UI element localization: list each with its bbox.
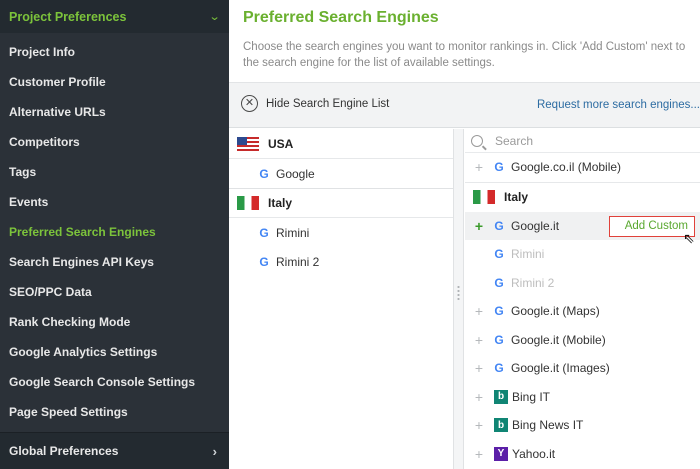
sidebar-item-page-speed-settings[interactable]: Page Speed Settings — [0, 397, 229, 427]
google-icon: G — [494, 218, 504, 233]
engine-label: Bing News IT — [512, 418, 584, 433]
italy-flag-icon — [473, 190, 495, 204]
engine-label: Yahoo.it — [512, 446, 556, 461]
plus-icon[interactable]: + — [473, 360, 485, 376]
google-icon: G — [494, 247, 504, 262]
available-engine-bing-it[interactable]: + b Bing IT — [465, 383, 700, 412]
available-engine-yahoo-it[interactable]: + Y Yahoo.it — [465, 440, 700, 469]
bing-icon: b — [494, 389, 508, 404]
available-engine-google-it-maps[interactable]: + G Google.it (Maps) — [465, 297, 700, 326]
yahoo-icon: Y — [494, 446, 508, 461]
plus-icon[interactable]: + — [473, 218, 485, 234]
sidebar-footer-label: Global Preferences — [9, 444, 119, 458]
sidebar-item-preferred-search-engines[interactable]: Preferred Search Engines — [0, 217, 229, 247]
page-description: Choose the search engines you want to mo… — [243, 41, 686, 69]
pane-splitter[interactable] — [454, 129, 464, 469]
available-engine-rimini-2: G Rimini 2 — [465, 269, 700, 298]
country-label: Italy — [504, 190, 529, 204]
sidebar-item-tags[interactable]: Tags — [0, 157, 229, 187]
google-icon: G — [494, 275, 504, 290]
sidebar-item-search-engines-api-keys[interactable]: Search Engines API Keys — [0, 247, 229, 277]
engine-label: Rimini 2 — [276, 254, 320, 269]
usa-flag-icon — [237, 136, 259, 151]
selected-engine-google[interactable]: G Google — [229, 159, 453, 188]
country-group-italy: Italy — [465, 181, 700, 212]
request-more-search-engines-link[interactable]: Request more search engines... — [537, 99, 700, 111]
google-icon: G — [494, 361, 504, 376]
available-engines-list: + G Google.co.il (Mobile) Italy + G Goog… — [465, 129, 700, 469]
engine-label: Google.co.il (Mobile) — [511, 160, 622, 175]
search-icon — [471, 134, 483, 147]
google-icon: G — [494, 332, 504, 347]
toolbar: ✕ Hide Search Engine List Request more s… — [229, 82, 700, 128]
italy-flag-icon — [237, 196, 259, 210]
google-icon: G — [259, 254, 269, 269]
drag-handle-icon — [457, 285, 460, 301]
sidebar-item-events[interactable]: Events — [0, 187, 229, 217]
sidebar-items: Project Info Customer Profile Alternativ… — [0, 33, 229, 427]
engine-label: Google.it (Maps) — [511, 304, 600, 319]
sidebar-item-global-preferences[interactable]: Global Preferences › — [0, 432, 229, 469]
engine-label: Rimini — [276, 225, 310, 240]
sidebar-item-google-analytics-settings[interactable]: Google Analytics Settings — [0, 337, 229, 367]
hide-search-engine-list-button[interactable]: ✕ Hide Search Engine List — [241, 95, 389, 112]
sidebar-item-project-info[interactable]: Project Info — [0, 37, 229, 67]
google-icon: G — [494, 160, 504, 175]
country-group-usa: USA — [229, 129, 453, 159]
sidebar: Project Preferences ⌄ Project Info Custo… — [0, 0, 229, 469]
available-engine-google-it[interactable]: + G Google.it Add Custom ⇖ — [465, 211, 700, 246]
engine-label: Google.it (Mobile) — [511, 332, 606, 347]
plus-icon[interactable]: + — [473, 332, 485, 348]
sidebar-item-competitors[interactable]: Competitors — [0, 127, 229, 157]
engine-label: Rimini — [511, 247, 545, 262]
plus-icon[interactable]: + — [473, 159, 485, 175]
bing-icon: b — [494, 418, 508, 433]
plus-icon[interactable]: + — [473, 389, 485, 405]
engine-label: Rimini 2 — [511, 275, 555, 290]
hide-search-engine-list-label: Hide Search Engine List — [266, 97, 390, 110]
sidebar-item-seo-ppc-data[interactable]: SEO/PPC Data — [0, 277, 229, 307]
selected-engine-rimini-2[interactable]: G Rimini 2 — [229, 247, 453, 276]
available-engine-rimini: G Rimini — [465, 240, 700, 269]
main-content: Preferred Search Engines Choose the sear… — [229, 0, 700, 469]
sidebar-item-customer-profile[interactable]: Customer Profile — [0, 67, 229, 97]
country-group-italy: Italy — [229, 188, 453, 218]
chevron-down-icon: ⌄ — [208, 11, 221, 23]
engine-label: Google.it (Images) — [511, 361, 610, 376]
country-label: USA — [268, 136, 294, 151]
sidebar-header-label: Project Preferences — [9, 9, 127, 24]
google-icon: G — [259, 166, 269, 181]
close-circle-icon: ✕ — [241, 95, 258, 112]
engine-search-box — [465, 129, 700, 153]
chevron-right-icon: › — [212, 443, 217, 459]
plus-icon[interactable]: + — [473, 417, 485, 433]
plus-icon[interactable]: + — [473, 446, 485, 462]
engine-label: Bing IT — [512, 389, 551, 404]
google-icon: G — [259, 225, 269, 240]
sidebar-item-rank-checking-mode[interactable]: Rank Checking Mode — [0, 307, 229, 337]
available-engine-google-it-images[interactable]: + G Google.it (Images) — [465, 354, 700, 383]
available-engine-google-co-il-mobile[interactable]: + G Google.co.il (Mobile) — [465, 153, 700, 182]
engine-search-input[interactable] — [495, 133, 675, 148]
sidebar-header-project-preferences[interactable]: Project Preferences ⌄ — [0, 0, 229, 33]
engine-label: Google.it — [511, 218, 560, 233]
sidebar-item-google-search-console-settings[interactable]: Google Search Console Settings — [0, 367, 229, 397]
google-icon: G — [494, 304, 504, 319]
country-label: Italy — [268, 196, 293, 210]
plus-icon[interactable]: + — [473, 303, 485, 319]
page-title: Preferred Search Engines — [243, 9, 439, 26]
selected-engine-rimini[interactable]: G Rimini — [229, 218, 453, 247]
available-engine-google-it-mobile[interactable]: + G Google.it (Mobile) — [465, 326, 700, 355]
sidebar-item-alternative-urls[interactable]: Alternative URLs — [0, 97, 229, 127]
available-engine-bing-news-it[interactable]: + b Bing News IT — [465, 411, 700, 440]
engine-label: Google — [276, 166, 315, 181]
selected-engines-list: USA G Google Italy G Rimini G Rimini 2 — [229, 129, 454, 469]
